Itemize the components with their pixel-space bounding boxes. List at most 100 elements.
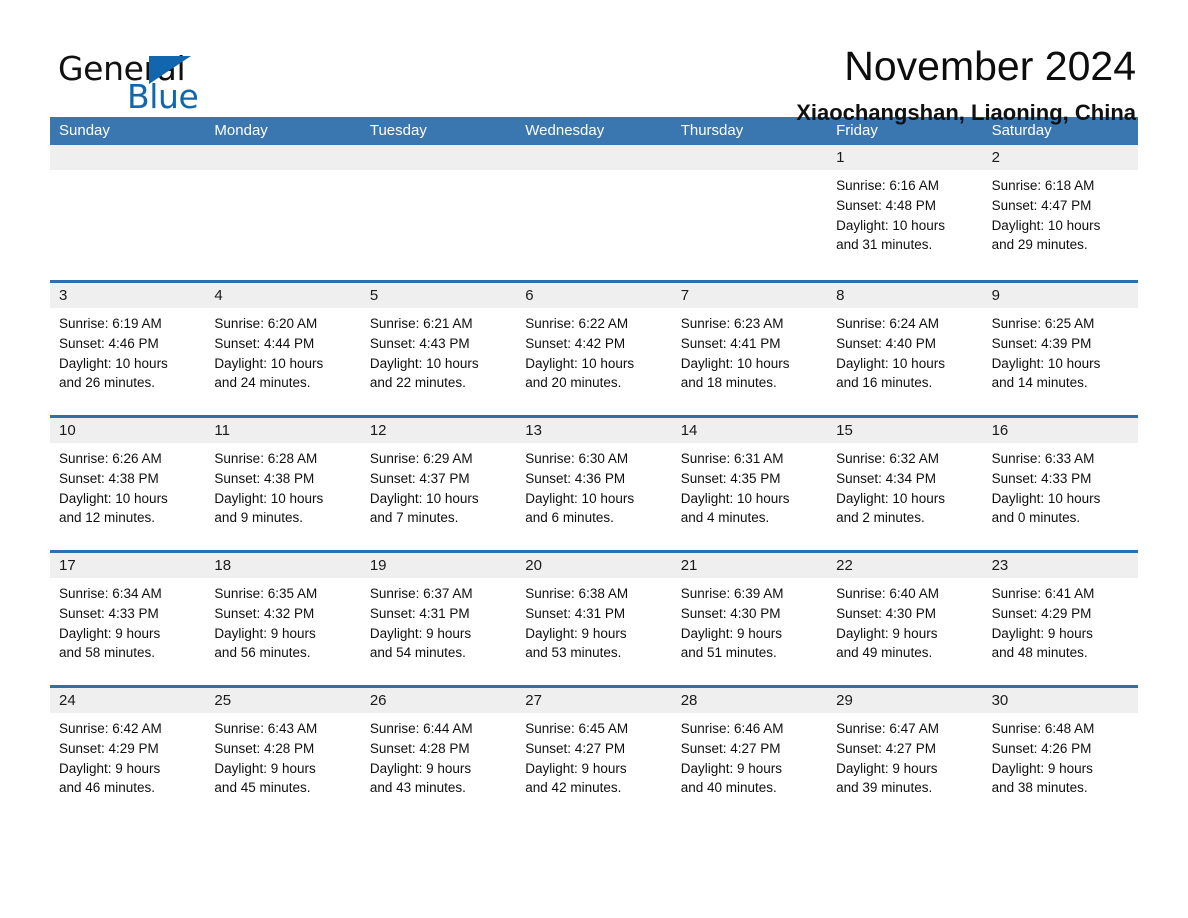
- day-cell-18[interactable]: 18 Sunrise: 6:35 AM Sunset: 4:32 PM Dayligh…: [205, 553, 361, 685]
- day-detail-line: Daylight: 10 hours: [525, 490, 635, 506]
- weekday-header-monday: Monday: [214, 122, 268, 139]
- day-details: Sunrise: 6:40 AM Sunset: 4:30 PM Daylight:…: [827, 578, 982, 663]
- day-cell-21[interactable]: 21 Sunrise: 6:39 AM Sunset: 4:30 PM Dayligh…: [671, 553, 828, 685]
- day-detail-line: Daylight: 9 hours: [680, 625, 783, 641]
- day-number: 19: [369, 557, 387, 574]
- day-detail-line: Sunrise: 6:30 AM: [525, 451, 629, 466]
- day-cell-29[interactable]: 29 Sunrise: 6:47 AM Sunset: 4:27 PM Dayligh…: [827, 688, 983, 820]
- day-detail-line: and 49 minutes.: [836, 645, 933, 661]
- day-cell-14[interactable]: 14 Sunrise: 6:31 AM Sunset: 4:35 PM Dayligh…: [671, 418, 828, 550]
- day-number-band: 6: [516, 283, 672, 308]
- day-details: Sunrise: 6:41 AM Sunset: 4:29 PM Daylight:…: [983, 578, 1138, 663]
- day-number-band: 13: [516, 418, 672, 443]
- day-cell-20[interactable]: 20 Sunrise: 6:38 AM Sunset: 4:31 PM Dayligh…: [516, 553, 672, 685]
- day-cell-28[interactable]: 28 Sunrise: 6:46 AM Sunset: 4:27 PM Dayligh…: [671, 688, 828, 820]
- day-detail-line: Sunset: 4:40 PM: [836, 335, 936, 351]
- day-cell-2[interactable]: 2 Sunrise: 6:18 AM Sunset: 4:47 PM Daylight…: [982, 145, 1138, 280]
- day-detail-line: and 42 minutes.: [525, 780, 622, 796]
- day-number-band: 18: [205, 553, 361, 578]
- day-cell-12[interactable]: 12 Sunrise: 6:29 AM Sunset: 4:37 PM Dayligh…: [360, 418, 517, 550]
- day-detail-line: and 7 minutes.: [369, 510, 459, 526]
- calendar-page: General Blue November 2024 Xiaochangshan…: [0, 0, 1188, 918]
- day-detail-line: Sunset: 4:35 PM: [680, 470, 781, 486]
- weekday-header-tuesday: Tuesday: [369, 122, 427, 139]
- day-detail-line: Sunset: 4:38 PM: [59, 470, 159, 486]
- day-number: 16: [991, 422, 1009, 439]
- day-detail-line: Daylight: 10 hours: [214, 355, 324, 371]
- day-detail-line: and 51 minutes.: [680, 645, 777, 661]
- day-cell-11[interactable]: 11 Sunrise: 6:28 AM Sunset: 4:38 PM Dayligh…: [205, 418, 361, 550]
- day-cell-6[interactable]: 6 Sunrise: 6:22 AM Sunset: 4:42 PM Daylight…: [516, 283, 672, 415]
- day-detail-line: Sunrise: 6:31 AM: [680, 451, 784, 466]
- day-detail-line: Sunrise: 6:48 AM: [991, 721, 1095, 736]
- day-detail-line: Daylight: 9 hours: [525, 625, 627, 641]
- day-cell-10[interactable]: 10 Sunrise: 6:26 AM Sunset: 4:38 PM Dayligh…: [50, 418, 206, 550]
- day-cell-13[interactable]: 13 Sunrise: 6:30 AM Sunset: 4:36 PM Dayligh…: [516, 418, 672, 550]
- day-cell-17[interactable]: 17 Sunrise: 6:34 AM Sunset: 4:33 PM Dayligh…: [50, 553, 206, 685]
- day-number: 26: [369, 692, 387, 709]
- page-title: November 2024: [844, 43, 1136, 89]
- day-cell-8[interactable]: 8 Sunrise: 6:24 AM Sunset: 4:40 PM Daylight…: [827, 283, 983, 415]
- day-number-band: 7: [671, 283, 828, 308]
- day-number: 20: [525, 557, 542, 574]
- day-detail-line: Sunset: 4:42 PM: [525, 335, 626, 351]
- day-cell-9[interactable]: 9 Sunrise: 6:25 AM Sunset: 4:39 PM Daylight…: [982, 283, 1138, 415]
- day-details: Sunrise: 6:21 AM Sunset: 4:43 PM Daylight:…: [361, 308, 516, 393]
- day-cell-27[interactable]: 27 Sunrise: 6:45 AM Sunset: 4:27 PM Dayligh…: [516, 688, 672, 820]
- day-details: Sunrise: 6:42 AM Sunset: 4:29 PM Daylight:…: [50, 713, 205, 798]
- day-cell-5[interactable]: 5 Sunrise: 6:21 AM Sunset: 4:43 PM Daylight…: [360, 283, 517, 415]
- day-cell-22[interactable]: 22 Sunrise: 6:40 AM Sunset: 4:30 PM Dayligh…: [827, 553, 983, 685]
- day-detail-line: Sunrise: 6:29 AM: [369, 451, 473, 466]
- day-number-band: [671, 145, 828, 170]
- day-details: Sunrise: 6:29 AM Sunset: 4:37 PM Daylight:…: [361, 443, 516, 528]
- day-detail-line: Daylight: 9 hours: [214, 760, 316, 776]
- day-detail-line: Daylight: 10 hours: [991, 217, 1101, 233]
- day-detail-line: and 24 minutes.: [214, 375, 311, 391]
- day-detail-line: Sunrise: 6:18 AM: [991, 178, 1095, 193]
- day-cell-26[interactable]: 26 Sunrise: 6:44 AM Sunset: 4:28 PM Dayligh…: [360, 688, 517, 820]
- day-cell-19[interactable]: 19 Sunrise: 6:37 AM Sunset: 4:31 PM Dayligh…: [360, 553, 517, 685]
- day-detail-line: Daylight: 10 hours: [525, 355, 635, 371]
- day-detail-line: and 31 minutes.: [836, 237, 933, 253]
- day-detail-line: Sunrise: 6:41 AM: [991, 586, 1095, 601]
- day-detail-line: and 58 minutes.: [59, 645, 156, 661]
- day-detail-line: and 56 minutes.: [214, 645, 311, 661]
- page-header: General Blue November 2024 Xiaochangshan…: [50, 0, 1138, 125]
- day-cell-3[interactable]: 3 Sunrise: 6:19 AM Sunset: 4:46 PM Daylight…: [50, 283, 206, 415]
- day-details: Sunrise: 6:28 AM Sunset: 4:38 PM Daylight:…: [205, 443, 360, 528]
- day-detail-line: Sunrise: 6:26 AM: [59, 451, 162, 466]
- calendar-week-row: 17 Sunrise: 6:34 AM Sunset: 4:33 PM Dayligh…: [50, 550, 1138, 685]
- day-cell-7[interactable]: 7 Sunrise: 6:23 AM Sunset: 4:41 PM Daylight…: [671, 283, 828, 415]
- day-detail-line: Sunset: 4:30 PM: [836, 605, 936, 621]
- day-detail-line: Daylight: 10 hours: [369, 490, 479, 506]
- day-number: 27: [525, 692, 542, 709]
- day-details: Sunrise: 6:31 AM Sunset: 4:35 PM Daylight:…: [672, 443, 827, 528]
- day-detail-line: and 18 minutes.: [680, 375, 777, 391]
- day-cell-23[interactable]: 23 Sunrise: 6:41 AM Sunset: 4:29 PM Dayligh…: [982, 553, 1138, 685]
- day-number-band: [50, 145, 206, 170]
- day-details: Sunrise: 6:33 AM Sunset: 4:33 PM Daylight:…: [983, 443, 1138, 528]
- day-detail-line: Sunrise: 6:32 AM: [836, 451, 939, 466]
- day-number: 11: [214, 422, 230, 439]
- day-number: 28: [680, 692, 698, 709]
- day-cell-1[interactable]: 1 Sunrise: 6:16 AM Sunset: 4:48 PM Daylight…: [827, 145, 983, 280]
- day-detail-line: Daylight: 10 hours: [991, 355, 1101, 371]
- day-detail-line: and 54 minutes.: [369, 645, 466, 661]
- day-details: Sunrise: 6:25 AM Sunset: 4:39 PM Daylight:…: [983, 308, 1138, 393]
- day-number: 13: [525, 422, 542, 439]
- day-detail-line: Sunset: 4:31 PM: [525, 605, 626, 621]
- day-detail-line: Sunrise: 6:33 AM: [991, 451, 1095, 466]
- day-detail-line: Sunrise: 6:45 AM: [525, 721, 629, 736]
- day-number: 22: [836, 557, 853, 574]
- day-details: Sunrise: 6:35 AM Sunset: 4:32 PM Daylight:…: [205, 578, 360, 663]
- day-cell-16[interactable]: 16 Sunrise: 6:33 AM Sunset: 4:33 PM Dayligh…: [982, 418, 1138, 550]
- day-cell-30[interactable]: 30 Sunrise: 6:48 AM Sunset: 4:26 PM Dayligh…: [982, 688, 1138, 820]
- day-cell-15[interactable]: 15 Sunrise: 6:32 AM Sunset: 4:34 PM Dayligh…: [827, 418, 983, 550]
- day-cell-4[interactable]: 4 Sunrise: 6:20 AM Sunset: 4:44 PM Daylight…: [205, 283, 361, 415]
- day-detail-line: Sunset: 4:43 PM: [369, 335, 470, 351]
- day-detail-line: and 22 minutes.: [369, 375, 466, 391]
- day-detail-line: and 2 minutes.: [836, 510, 925, 526]
- day-cell-25[interactable]: 25 Sunrise: 6:43 AM Sunset: 4:28 PM Dayligh…: [205, 688, 361, 820]
- day-cell-24[interactable]: 24 Sunrise: 6:42 AM Sunset: 4:29 PM Dayligh…: [50, 688, 206, 820]
- general-blue-logo[interactable]: General Blue: [50, 44, 250, 114]
